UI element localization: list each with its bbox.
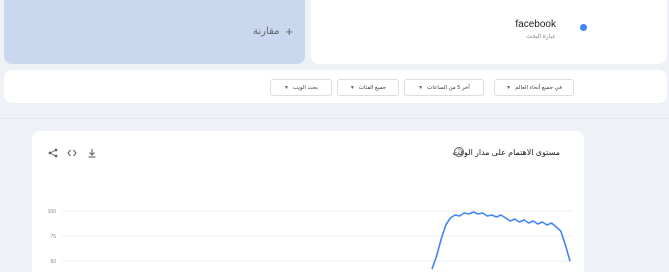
trend-data-point [477, 213, 479, 215]
dropdown-caret-icon: ▼ [349, 84, 355, 91]
y-tick-label: 75 [50, 234, 56, 240]
help-icon[interactable]: ? [454, 147, 464, 157]
filter-search-type-label: بحث الويب [292, 84, 318, 91]
trend-data-point [505, 217, 506, 219]
filter-time-dropdown[interactable]: آخر 5 من الساعات ▼ [404, 79, 484, 96]
search-term-subtitle: عبارة البحث [526, 34, 556, 40]
trend-data-point [491, 214, 493, 216]
y-tick-label: 100 [48, 209, 57, 215]
trend-data-point [565, 244, 566, 246]
download-icon[interactable] [86, 147, 98, 159]
trend-data-point [569, 260, 571, 262]
search-term-name[interactable]: facebook [515, 19, 556, 30]
trend-data-point [463, 212, 465, 214]
trend-data-point [537, 223, 539, 225]
trend-data-point [436, 255, 437, 257]
trend-data-point [509, 220, 511, 222]
filter-region-dropdown[interactable]: في جميع أنحاء العالم ▼ [494, 79, 574, 96]
compare-card[interactable]: + مقارنة [4, 0, 305, 64]
interest-over-time-card: 100 75 50 مستوى الاهتمام على مدار الوقت ? [32, 131, 584, 272]
dropdown-caret-icon: ▼ [418, 84, 424, 91]
filter-time-label: آخر 5 من الساعات [427, 84, 470, 91]
trend-data-point [450, 217, 451, 219]
filter-category-dropdown[interactable]: جميع الفئات ▼ [337, 79, 399, 96]
trend-data-point [468, 213, 470, 215]
filter-category-label: جميع الفئات [358, 84, 387, 91]
dropdown-caret-icon: ▼ [284, 84, 289, 91]
trend-data-point [560, 230, 562, 232]
plus-icon: + [285, 24, 293, 39]
trend-data-point [542, 221, 543, 223]
embed-icon[interactable] [66, 147, 78, 159]
chart-title: مستوى الاهتمام على مدار الوقت [452, 148, 560, 157]
trend-data-point [496, 216, 497, 218]
compare-label: مقارنة [252, 26, 280, 37]
trend-data-point [551, 222, 552, 224]
y-tick-label: 50 [50, 259, 56, 265]
trend-data-point [546, 224, 548, 226]
trend-data-point [440, 238, 442, 240]
trend-data-point [473, 211, 474, 213]
trend-data-point [523, 219, 525, 221]
trend-data-point [486, 215, 488, 217]
section-divider [0, 118, 669, 119]
filter-search-type-dropdown[interactable]: بحث الويب ▼ [270, 79, 332, 96]
trend-data-point [431, 268, 433, 270]
trend-line-series[interactable] [431, 211, 571, 270]
trend-data-point [514, 218, 516, 220]
trend-data-point [445, 224, 447, 226]
trend-data-point [555, 226, 557, 228]
filter-region-label: في جميع أنحاء العالم [515, 84, 562, 91]
share-icon[interactable] [47, 147, 59, 159]
search-term-card[interactable]: facebook عبارة البحث [311, 0, 667, 64]
trend-data-point [459, 215, 460, 217]
add-comparison-button[interactable]: + مقارنة [253, 24, 293, 39]
filter-bar: في جميع أنحاء العالم ▼ آخر 5 من الساعات … [4, 70, 667, 103]
trend-data-point [454, 214, 456, 216]
term-color-dot [580, 24, 587, 31]
dropdown-caret-icon: ▼ [506, 84, 512, 91]
trend-data-point [482, 212, 483, 214]
trend-data-point [532, 220, 534, 222]
trend-data-point [500, 214, 502, 216]
trend-data-point [528, 222, 529, 224]
trend-data-point [519, 221, 520, 223]
